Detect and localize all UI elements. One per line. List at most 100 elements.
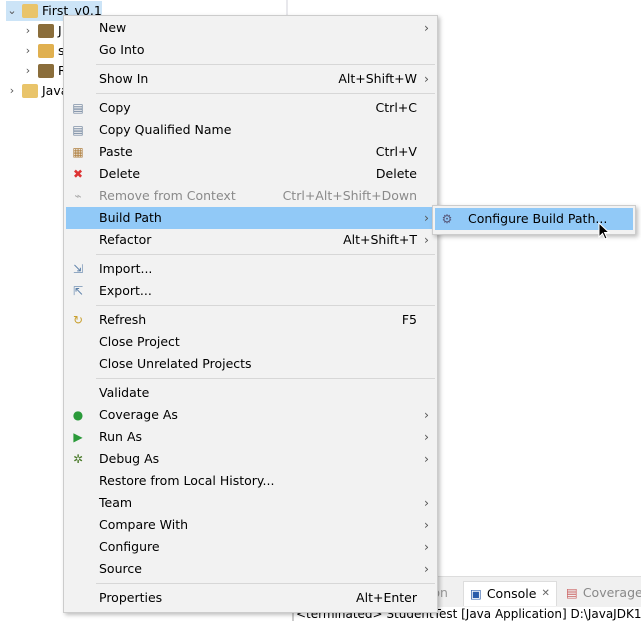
menu-item-shortcut: Ctrl+C bbox=[375, 100, 417, 115]
menu-item-label: Show In bbox=[99, 71, 149, 86]
chevron-right-icon: › bbox=[424, 451, 429, 466]
run-icon: ▶ bbox=[73, 430, 83, 444]
menu-item-source[interactable]: Source › bbox=[66, 558, 435, 580]
remove-context-icon: ⌁ bbox=[74, 189, 82, 203]
chevron-right-icon: › bbox=[424, 517, 429, 532]
menu-item-label: Validate bbox=[99, 385, 150, 400]
menu-item-compare-with[interactable]: Compare With › bbox=[66, 514, 435, 536]
menu-item-close-unrelated-projects[interactable]: Close Unrelated Projects bbox=[66, 353, 435, 375]
menu-item-label: Run As bbox=[99, 429, 143, 444]
debug-icon: ✲ bbox=[72, 452, 84, 466]
menu-separator bbox=[96, 378, 435, 379]
menu-item-shortcut: Alt+Shift+T bbox=[343, 232, 417, 247]
chevron-right-icon: › bbox=[424, 429, 429, 444]
chevron-right-icon[interactable]: › bbox=[22, 41, 34, 61]
menu-item-export[interactable]: ⇱ Export... bbox=[66, 280, 435, 302]
menu-separator bbox=[96, 305, 435, 306]
menu-item-properties[interactable]: Properties Alt+Enter bbox=[66, 587, 435, 609]
tab-console[interactable]: ▣ Console ✕ bbox=[463, 581, 557, 606]
tree-item[interactable]: › s bbox=[22, 41, 65, 61]
menu-item-new[interactable]: New › bbox=[66, 17, 435, 39]
menu-item-label: Remove from Context bbox=[99, 188, 236, 203]
menu-item-copy-qualified-name[interactable]: ▤ Copy Qualified Name bbox=[66, 119, 435, 141]
menu-item-shortcut: Delete bbox=[375, 166, 417, 181]
menu-item-restore-from-local-history[interactable]: Restore from Local History... bbox=[66, 470, 435, 492]
menu-item-label: Delete bbox=[99, 166, 141, 181]
chevron-right-icon: › bbox=[424, 71, 429, 86]
menu-item-label: Close Project bbox=[99, 334, 180, 349]
project-folder-icon bbox=[22, 4, 38, 18]
chevron-down-icon[interactable]: ⌄ bbox=[6, 1, 18, 21]
menu-item-configure[interactable]: Configure › bbox=[66, 536, 435, 558]
menu-item-team[interactable]: Team › bbox=[66, 492, 435, 514]
library-icon bbox=[38, 64, 54, 78]
menu-separator bbox=[96, 254, 435, 255]
menu-item-copy[interactable]: ▤ Copy Ctrl+C bbox=[66, 97, 435, 119]
copy-qualified-icon: ▤ bbox=[72, 123, 84, 137]
menu-item-import[interactable]: ⇲ Import... bbox=[66, 258, 435, 280]
menu-item-label: Copy bbox=[99, 100, 131, 115]
import-icon: ⇲ bbox=[72, 262, 84, 276]
menu-item-refresh[interactable]: ↻ Refresh F5 bbox=[66, 309, 435, 331]
package-folder-icon bbox=[38, 44, 54, 58]
tab-label: Console bbox=[486, 586, 537, 601]
menu-item-go-into[interactable]: Go Into bbox=[66, 39, 435, 61]
menu-item-close-project[interactable]: Close Project bbox=[66, 331, 435, 353]
delete-icon: ✖ bbox=[72, 167, 84, 181]
menu-separator bbox=[96, 583, 435, 584]
menu-item-shortcut: F5 bbox=[401, 312, 417, 327]
chevron-right-icon: › bbox=[424, 210, 429, 225]
menu-item-shortcut: Alt+Enter bbox=[356, 590, 417, 605]
paste-icon: ▦ bbox=[72, 145, 84, 159]
configure-build-path-icon: ⚙ bbox=[441, 212, 453, 226]
menu-item-label: Import... bbox=[99, 261, 153, 276]
tab-coverage[interactable]: ▤ Coverage bbox=[560, 581, 641, 605]
close-icon[interactable]: ✕ bbox=[541, 582, 549, 606]
tab-label: Coverage bbox=[582, 585, 641, 600]
menu-item-label: Refresh bbox=[99, 312, 147, 327]
menu-separator bbox=[96, 93, 435, 94]
menu-item-debug-as[interactable]: ✲ Debug As › bbox=[66, 448, 435, 470]
menu-item-label: Configure Build Path... bbox=[468, 211, 608, 226]
chevron-right-icon[interactable]: › bbox=[22, 61, 34, 81]
menu-item-label: Properties bbox=[99, 590, 163, 605]
menu-item-paste[interactable]: ▦ Paste Ctrl+V bbox=[66, 141, 435, 163]
menu-item-label: Copy Qualified Name bbox=[99, 122, 232, 137]
menu-item-shortcut: Ctrl+Alt+Shift+Down bbox=[282, 188, 417, 203]
menu-item-validate[interactable]: Validate bbox=[66, 382, 435, 404]
copy-icon: ▤ bbox=[72, 101, 84, 115]
chevron-right-icon: › bbox=[424, 495, 429, 510]
coverage-icon: ▤ bbox=[566, 585, 578, 600]
tree-item[interactable]: ›R bbox=[22, 61, 67, 81]
menu-item-label: Paste bbox=[99, 144, 133, 159]
menu-item-coverage-as[interactable]: ● Coverage As › bbox=[66, 404, 435, 426]
menu-item-shortcut: Alt+Shift+W bbox=[338, 71, 417, 86]
tree-item[interactable]: › J bbox=[22, 21, 62, 41]
menu-item-build-path[interactable]: Build Path › bbox=[66, 207, 435, 229]
project-warning-icon bbox=[22, 84, 38, 98]
chevron-right-icon[interactable]: › bbox=[6, 81, 18, 101]
coverage-icon: ● bbox=[72, 408, 84, 422]
menu-item-run-as[interactable]: ▶ Run As › bbox=[66, 426, 435, 448]
menu-item-label: Go Into bbox=[99, 42, 145, 57]
chevron-right-icon: › bbox=[424, 407, 429, 422]
tree-item[interactable]: › Java bbox=[6, 81, 68, 101]
menu-item-label: Close Unrelated Projects bbox=[99, 356, 252, 371]
menu-item-refactor[interactable]: Refactor Alt+Shift+T › bbox=[66, 229, 435, 251]
menu-item-label: Debug As bbox=[99, 451, 160, 466]
context-menu: New › Go Into Show In Alt+Shift+W › ▤ Copy Ctrl+… bbox=[63, 15, 438, 613]
tree-item-label: J bbox=[58, 23, 62, 38]
console-icon: ▣ bbox=[470, 586, 482, 601]
menu-item-label: Source bbox=[99, 561, 142, 576]
menu-item-label: Coverage As bbox=[99, 407, 178, 422]
chevron-right-icon: › bbox=[424, 232, 429, 247]
library-icon bbox=[38, 24, 54, 38]
menu-item-label: Team bbox=[99, 495, 133, 510]
menu-item-show-in[interactable]: Show In Alt+Shift+W › bbox=[66, 68, 435, 90]
chevron-right-icon: › bbox=[424, 561, 429, 576]
menu-item-label: Restore from Local History... bbox=[99, 473, 275, 488]
menu-item-delete[interactable]: ✖ Delete Delete bbox=[66, 163, 435, 185]
refresh-icon: ↻ bbox=[72, 313, 84, 327]
menu-separator bbox=[96, 64, 435, 65]
chevron-right-icon[interactable]: › bbox=[22, 21, 34, 41]
